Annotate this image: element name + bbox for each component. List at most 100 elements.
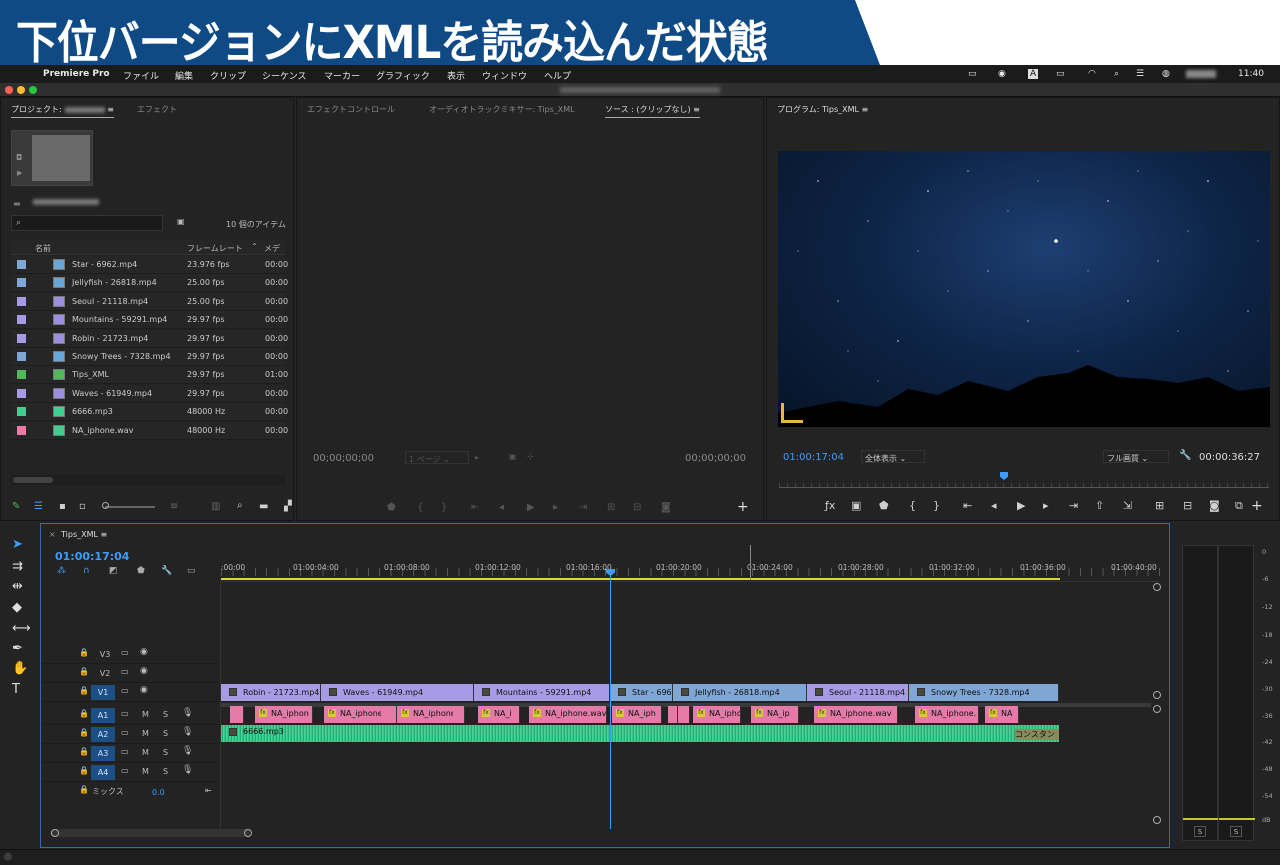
step-back-button[interactable]: ◂ bbox=[991, 499, 997, 512]
timeline-playhead[interactable] bbox=[610, 571, 611, 829]
export-frame-icon[interactable]: ◙ bbox=[661, 502, 671, 513]
tab-effect-controls[interactable]: エフェクトコントロール bbox=[307, 104, 395, 115]
label-color-swatch[interactable] bbox=[17, 296, 26, 306]
ripple-edit-tool-icon[interactable]: ⇹ bbox=[12, 579, 23, 594]
track-label-v1[interactable]: V1 bbox=[91, 685, 115, 700]
new-bin-icon[interactable]: ▣ bbox=[177, 217, 185, 226]
v1-clip[interactable]: Jellyfish - 26818.mp4 bbox=[673, 684, 807, 701]
fx-icon[interactable]: ƒx bbox=[825, 499, 835, 512]
siri-icon[interactable]: ◍ bbox=[1162, 69, 1170, 79]
label-color-swatch[interactable] bbox=[17, 425, 26, 435]
track-label-a1[interactable]: A1 bbox=[91, 708, 115, 723]
slip-tool-icon[interactable]: ⟷ bbox=[12, 621, 31, 636]
insert-button[interactable]: ⊞ bbox=[1155, 499, 1164, 512]
project-item-row[interactable]: Seoul - 21118.mp4 25.00 fps 00:00 bbox=[11, 292, 288, 311]
project-item-row[interactable]: Snowy Trees - 7328.mp4 29.97 fps 00:00 bbox=[11, 348, 288, 366]
lock-icon[interactable]: 🔒 bbox=[79, 686, 89, 695]
a1-clip-fragment[interactable] bbox=[453, 706, 465, 723]
nest-icon[interactable]: ⁂ bbox=[57, 566, 66, 576]
timeline-settings-icon[interactable]: 🔧 bbox=[161, 566, 172, 576]
microphone-icon[interactable]: 🎙 bbox=[182, 746, 193, 756]
creative-cloud-icon[interactable]: ◉ bbox=[998, 69, 1006, 79]
app-menu[interactable]: Premiere Pro bbox=[43, 69, 110, 79]
pencil-icon[interactable]: ✎ bbox=[12, 501, 20, 512]
sync-lock-icon[interactable]: ▭ bbox=[121, 667, 129, 676]
marker-icon[interactable]: ⬟ bbox=[387, 502, 396, 513]
a1-clip[interactable]: fx NA_ipho bbox=[693, 706, 741, 723]
v1-clip[interactable]: Mountains - 59291.mp4 bbox=[474, 684, 610, 701]
display-icon[interactable]: ▭ bbox=[968, 69, 977, 79]
zoom-slider-handle[interactable] bbox=[102, 502, 109, 509]
add-button[interactable]: + bbox=[737, 499, 749, 515]
zoom-window-button[interactable] bbox=[29, 86, 37, 94]
menu-help[interactable]: ヘルプ bbox=[544, 69, 571, 82]
add-marker-timeline-icon[interactable]: ⬟ bbox=[137, 566, 145, 576]
a1-clip-fragment[interactable] bbox=[678, 706, 690, 723]
overwrite-icon[interactable]: ⊟ bbox=[633, 502, 641, 513]
menu-file[interactable]: ファイル bbox=[123, 69, 159, 82]
v1-clip[interactable]: Snowy Trees - 7328.mp4 bbox=[909, 684, 1059, 701]
tab-source[interactable]: ソース : (クリップなし) ≡ bbox=[605, 104, 700, 118]
menu-marker[interactable]: マーカー bbox=[324, 69, 360, 82]
a1-clip[interactable]: fx NA_iphone.wav bbox=[814, 706, 898, 723]
track-select-tool-icon[interactable]: ⇉ bbox=[12, 559, 23, 574]
sync-lock-icon[interactable]: ▭ bbox=[121, 648, 129, 657]
menu-graphics[interactable]: グラフィック bbox=[376, 69, 430, 82]
control-center-icon[interactable]: ☰ bbox=[1136, 69, 1144, 79]
solo-right-button[interactable]: S bbox=[1230, 826, 1242, 837]
solo-button[interactable]: S bbox=[163, 710, 168, 719]
track-label-a3[interactable]: A3 bbox=[91, 746, 115, 761]
mix-value[interactable]: 0.0 bbox=[152, 788, 165, 797]
program-playhead[interactable] bbox=[1000, 472, 1008, 480]
source-timecode-in[interactable]: 00;00;00;00 bbox=[313, 453, 374, 464]
program-add-button[interactable]: + bbox=[1251, 498, 1263, 514]
play-button[interactable]: ▶ bbox=[527, 502, 535, 513]
a2-clip[interactable]: 6666.mp3 コンスタン bbox=[221, 725, 1059, 742]
go-to-out-icon[interactable]: ⇥ bbox=[579, 502, 587, 513]
sync-lock-icon[interactable]: ▭ bbox=[121, 728, 129, 737]
program-timecode[interactable]: 01:00:17:04 bbox=[783, 452, 844, 463]
step-forward-icon[interactable]: ▸ bbox=[553, 502, 558, 513]
column-framerate[interactable]: フレームレート bbox=[187, 243, 243, 254]
quality-select[interactable]: フル画質 ⌄ bbox=[1103, 450, 1169, 463]
solo-left-button[interactable]: S bbox=[1194, 826, 1206, 837]
timeline-h-scrollbar[interactable] bbox=[50, 829, 252, 837]
a1-clip[interactable]: fx NA_iphone.wav bbox=[529, 706, 607, 723]
a1-clip[interactable]: fx NA_iph bbox=[612, 706, 662, 723]
timeline-v-scrollbar[interactable] bbox=[1152, 580, 1162, 830]
go-to-in-button[interactable]: ⇤ bbox=[963, 499, 972, 512]
tab-project[interactable]: プロジェクト: ≡ bbox=[11, 104, 114, 118]
label-color-swatch[interactable] bbox=[17, 333, 26, 343]
eye-icon[interactable]: ◉ bbox=[140, 685, 148, 695]
extract-icon[interactable]: ⇲ bbox=[1123, 499, 1132, 512]
minimize-window-button[interactable] bbox=[17, 86, 25, 94]
a1-clip[interactable]: fx NA bbox=[985, 706, 1019, 723]
track-label-v3[interactable]: V3 bbox=[93, 647, 117, 662]
hand-tool-icon[interactable]: ✋ bbox=[12, 661, 28, 676]
v1-clip[interactable]: Robin - 21723.mp4 bbox=[221, 684, 321, 701]
sync-lock-icon[interactable]: ▭ bbox=[121, 709, 129, 718]
lock-icon[interactable]: 🔒 bbox=[79, 728, 89, 737]
project-item-row[interactable]: Star - 6962.mp4 23.976 fps 00:00 bbox=[11, 256, 288, 274]
sort-icon[interactable]: ⌃ bbox=[251, 242, 258, 251]
selection-tool-icon[interactable]: ➤ bbox=[12, 537, 23, 552]
zoom-select[interactable]: 全体表示 ⌄ bbox=[861, 450, 925, 463]
project-item-row[interactable]: Tips_XML 29.97 fps 01:00 bbox=[11, 366, 288, 385]
tab-program[interactable]: プログラム: Tips_XML ≡ bbox=[777, 104, 868, 115]
mix-toggle-icon[interactable]: ⇤ bbox=[205, 786, 212, 795]
work-area-bar[interactable] bbox=[221, 578, 1060, 580]
label-color-swatch[interactable] bbox=[17, 260, 26, 269]
timeline-timecode[interactable]: 01:00:17:04 bbox=[55, 550, 129, 563]
captions-icon[interactable]: ▭ bbox=[187, 566, 196, 576]
constant-power-transition[interactable]: コンスタン bbox=[1015, 729, 1059, 740]
a1-clip-fragment[interactable] bbox=[381, 706, 397, 723]
track-label-a2[interactable]: A2 bbox=[91, 727, 115, 742]
label-color-swatch[interactable] bbox=[17, 370, 26, 380]
tab-audio-mixer[interactable]: オーディオトラックミキサー: Tips_XML bbox=[429, 104, 575, 115]
close-window-button[interactable] bbox=[5, 86, 13, 94]
lock-icon[interactable]: 🔒 bbox=[79, 747, 89, 756]
lock-icon[interactable]: 🔒 bbox=[79, 709, 89, 718]
tab-effects[interactable]: エフェクト bbox=[137, 104, 177, 115]
a1-clip[interactable]: fx NA_iphone. bbox=[915, 706, 979, 723]
mute-button[interactable]: M bbox=[142, 710, 149, 719]
